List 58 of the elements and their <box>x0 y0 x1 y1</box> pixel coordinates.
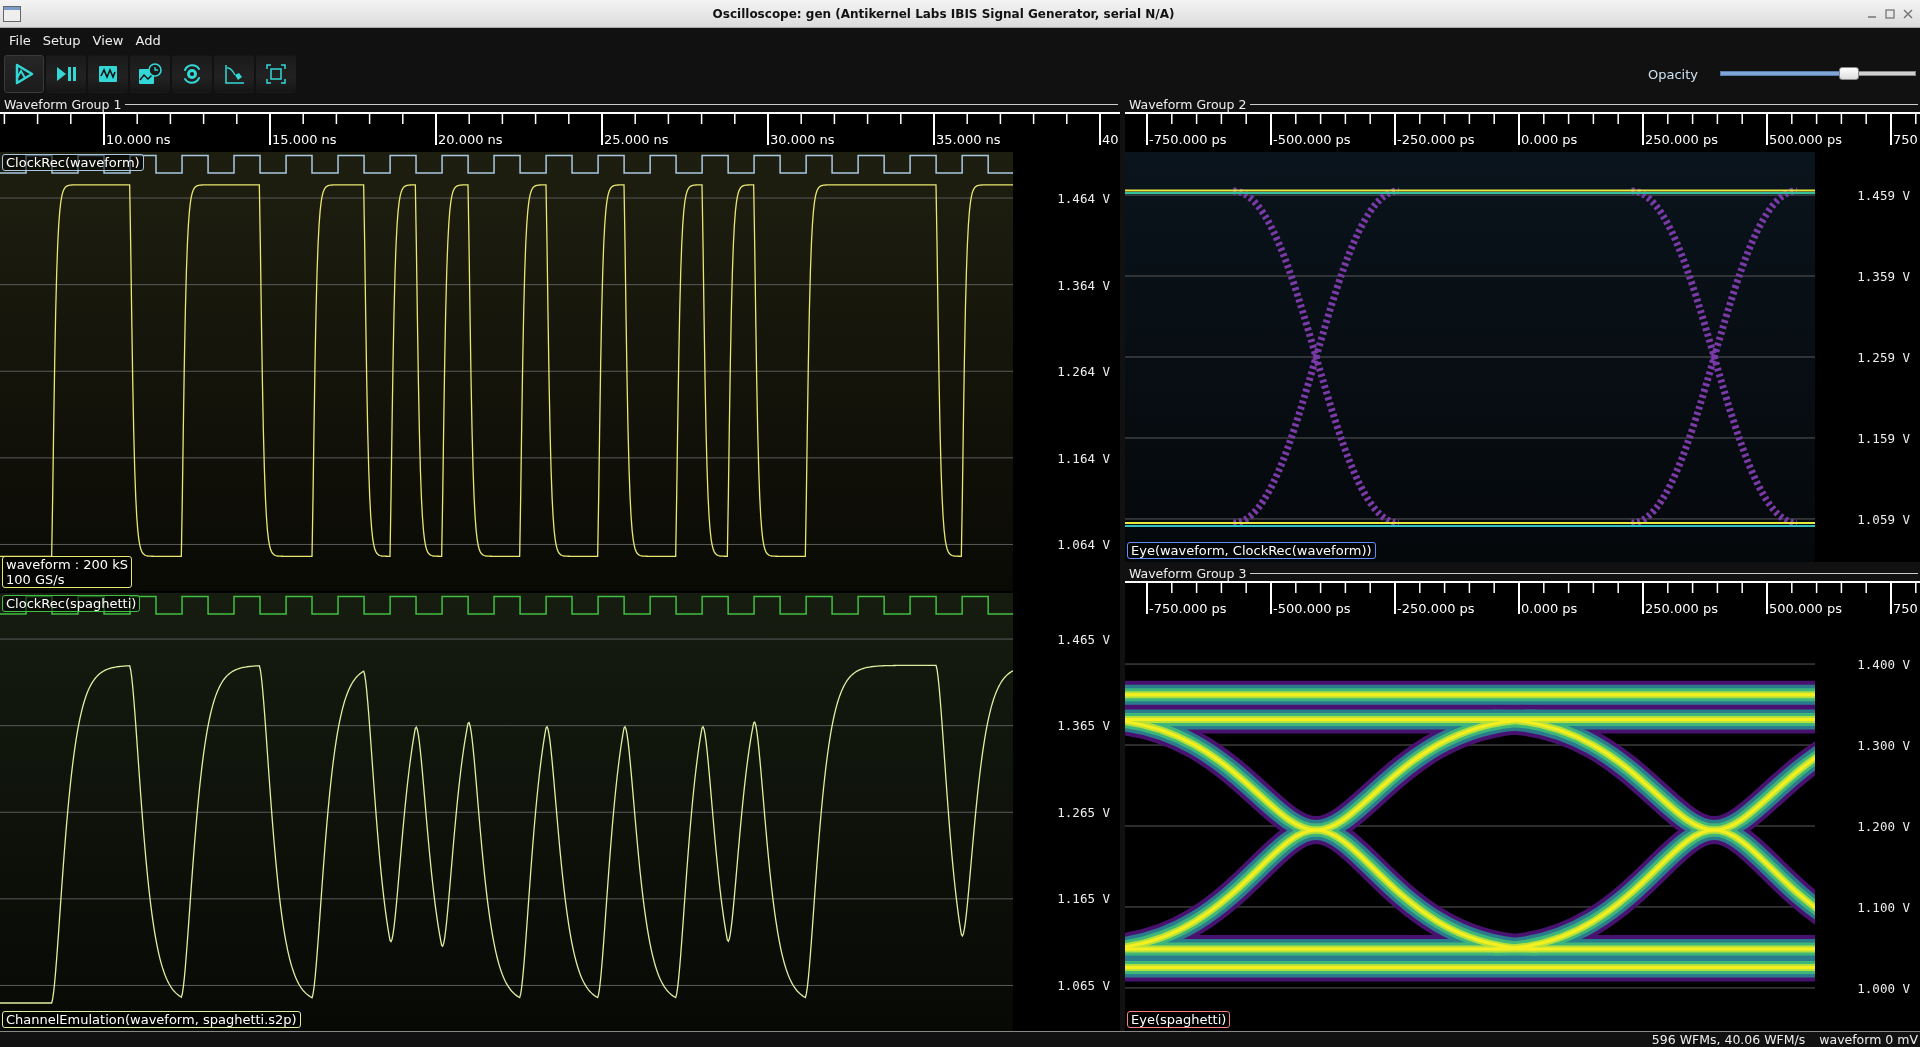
axis-label: 1.064 V <box>1057 536 1110 552</box>
tick-label: 500.000 ps <box>1769 132 1842 147</box>
status-text: waveform 0 mV <box>1819 1032 1918 1047</box>
group-title: Waveform Group 1 <box>3 96 123 112</box>
axis-label: 1.165 V <box>1057 890 1110 906</box>
channel-label[interactable]: ClockRec(waveform) <box>2 154 144 171</box>
axis-label: 1.100 V <box>1857 899 1910 915</box>
status-text: 596 WFMs, 40.06 WFM/s <box>1651 1032 1806 1047</box>
group-title: Waveform Group 2 <box>1128 96 1248 112</box>
channel-label[interactable]: waveform : 200 kS 100 GS/s <box>2 555 132 588</box>
axis-label: 1.459 V <box>1857 187 1910 203</box>
tick-label: 20.000 ns <box>438 132 503 147</box>
tick-label: 500.000 ps <box>1769 601 1842 616</box>
menu-item[interactable]: Add <box>130 32 166 48</box>
tick-label: 15.000 ns <box>272 132 337 147</box>
menu-item[interactable]: File <box>4 32 36 48</box>
menu-item[interactable]: View <box>87 32 129 48</box>
channel-label[interactable]: Eye(waveform, ClockRec(waveform)) <box>1127 542 1376 559</box>
channel-label[interactable]: ClockRec(spaghetti) <box>2 594 141 612</box>
tick-label: 0.000 ps <box>1521 601 1578 616</box>
tick-label: -250.000 ps <box>1397 132 1475 147</box>
axis-label: 1.265 V <box>1057 804 1110 820</box>
axis-label: 1.300 V <box>1857 737 1910 753</box>
axis-label: 1.264 V <box>1057 363 1110 379</box>
tick-label: -750.000 ps <box>1149 601 1227 616</box>
axis-label: 1.359 V <box>1857 268 1910 284</box>
tick-label: 30.000 ns <box>770 132 835 147</box>
tick-label: -500.000 ps <box>1273 132 1351 147</box>
tick-label: -500.000 ps <box>1273 601 1351 616</box>
axis-label: 1.159 V <box>1857 430 1910 446</box>
axis-label: 1.059 V <box>1857 511 1910 527</box>
window-title: Oscilloscope: gen (Antikernel Labs IBIS Signal Generator, serial N/A) <box>711 6 1176 21</box>
axis-label: 1.464 V <box>1057 190 1110 206</box>
tick-label: 750 <box>1893 601 1918 616</box>
tick-label: -750.000 ps <box>1149 132 1227 147</box>
axis-label: 1.400 V <box>1857 656 1910 672</box>
axis-label: 1.164 V <box>1057 450 1110 466</box>
tick-label: 250.000 ps <box>1645 132 1718 147</box>
axis-label: 1.000 V <box>1857 980 1910 996</box>
menu-item[interactable]: Setup <box>37 32 86 48</box>
tick-label: 250.000 ps <box>1645 601 1718 616</box>
tick-label: -250.000 ps <box>1397 601 1475 616</box>
axis-label: 1.065 V <box>1057 977 1110 993</box>
axis-label: 1.259 V <box>1857 349 1910 365</box>
axis-label: 1.364 V <box>1057 277 1110 293</box>
opacity-label: Opacity <box>1648 66 1698 82</box>
axis-label: 1.365 V <box>1057 717 1110 733</box>
axis-label: 1.465 V <box>1057 631 1110 647</box>
tick-label: 40 <box>1102 132 1119 147</box>
tick-label: 0.000 ps <box>1521 132 1578 147</box>
tick-label: 10.000 ns <box>106 132 171 147</box>
channel-label[interactable]: ChannelEmulation(waveform, spaghetti.s2p) <box>2 1011 301 1028</box>
tick-label: 25.000 ns <box>604 132 669 147</box>
channel-label[interactable]: Eye(spaghetti) <box>1127 1011 1231 1028</box>
tick-label: 750 <box>1893 132 1918 147</box>
group-title: Waveform Group 3 <box>1128 565 1248 581</box>
axis-label: 1.200 V <box>1857 818 1910 834</box>
tick-label: 35.000 ns <box>936 132 1001 147</box>
